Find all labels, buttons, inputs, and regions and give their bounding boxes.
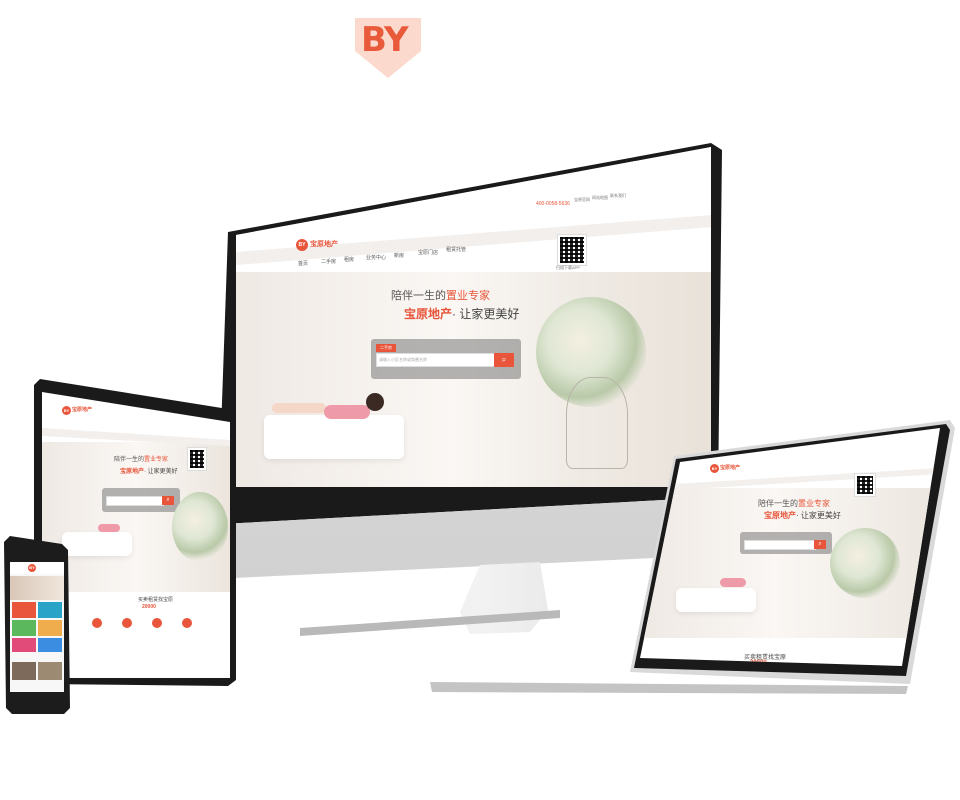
phone-tile-5[interactable] xyxy=(12,638,36,652)
phone-header xyxy=(10,562,64,574)
phone-tile-6[interactable] xyxy=(38,638,62,652)
phone-site-logo[interactable]: BY xyxy=(28,564,36,572)
phone-tile-4[interactable] xyxy=(38,620,62,636)
phone-listing-2[interactable] xyxy=(38,662,62,680)
phone-listing-1[interactable] xyxy=(12,662,36,680)
phone: BY xyxy=(0,0,960,800)
phone-tile-2[interactable] xyxy=(38,602,62,618)
phone-banner xyxy=(10,576,64,600)
phone-tile-1[interactable] xyxy=(12,602,36,618)
phone-screen: BY xyxy=(10,562,64,692)
phone-body xyxy=(4,536,70,714)
phone-tile-3[interactable] xyxy=(12,620,36,636)
